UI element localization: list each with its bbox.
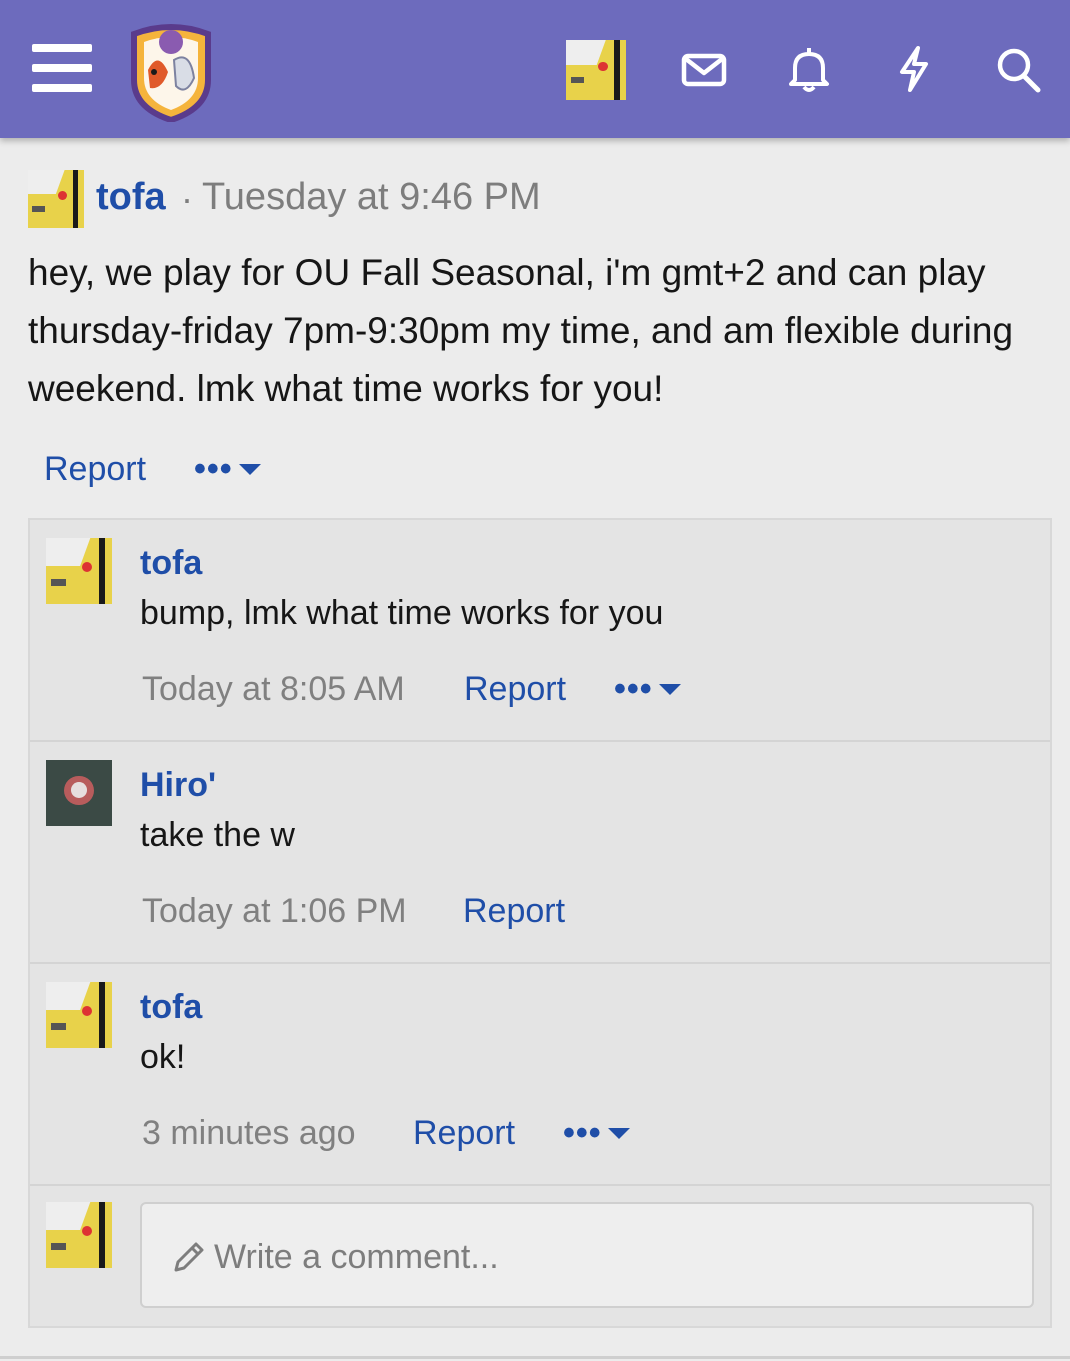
post-author-name[interactable]: tofa xyxy=(96,176,166,219)
top-nav-bar xyxy=(0,0,1070,138)
post-timestamp[interactable]: Tuesday at 9:46 PM xyxy=(202,176,541,219)
post-body-text: hey, we play for OU Fall Seasonal, i'm g… xyxy=(28,252,1014,409)
search-icon[interactable] xyxy=(994,44,1042,94)
comment-author-avatar[interactable] xyxy=(46,760,112,826)
more-dots-icon: ••• xyxy=(194,450,233,488)
more-actions-button[interactable]: ••• xyxy=(614,672,681,706)
report-link[interactable]: Report xyxy=(463,892,565,931)
comment-author-avatar[interactable] xyxy=(46,538,112,604)
report-link[interactable]: Report xyxy=(464,670,566,709)
more-actions-button[interactable]: ••• xyxy=(194,452,261,486)
comment-author-name[interactable]: tofa xyxy=(140,988,202,1027)
comment-author-name[interactable]: Hiro' xyxy=(140,766,216,805)
comment-timestamp[interactable]: Today at 1:06 PM xyxy=(142,892,407,931)
comment-timestamp[interactable]: Today at 8:05 AM xyxy=(142,670,405,709)
pencil-icon xyxy=(174,1242,204,1272)
caret-down-icon xyxy=(238,463,261,475)
comment-item: tofa ok! 3 minutes ago Report ••• xyxy=(30,964,1050,1186)
reply-composer: Write a comment... xyxy=(30,1186,1050,1328)
comment-input[interactable]: Write a comment... xyxy=(140,1202,1034,1308)
caret-down-icon xyxy=(658,683,681,695)
user-avatar[interactable] xyxy=(566,40,626,100)
current-user-avatar xyxy=(46,1202,112,1268)
post-author-avatar[interactable] xyxy=(28,170,84,228)
comment-text: bump, lmk what time works for you xyxy=(140,594,664,632)
more-actions-button[interactable]: ••• xyxy=(563,1116,630,1150)
report-link[interactable]: Report xyxy=(413,1114,515,1153)
lightning-icon[interactable] xyxy=(890,44,938,94)
comment-list: tofa bump, lmk what time works for you T… xyxy=(28,518,1052,1328)
more-dots-icon: ••• xyxy=(563,1114,602,1152)
site-logo[interactable] xyxy=(124,20,218,124)
more-dots-icon: ••• xyxy=(614,670,653,708)
hamburger-icon[interactable] xyxy=(32,44,92,94)
comment-text: take the w xyxy=(140,816,295,854)
mail-icon[interactable] xyxy=(680,44,728,94)
bell-icon[interactable] xyxy=(785,44,833,94)
comment-item: Hiro' take the w Today at 1:06 PM Report xyxy=(30,742,1050,964)
divider xyxy=(0,1356,1070,1359)
comment-author-name[interactable]: tofa xyxy=(140,544,202,583)
comment-timestamp[interactable]: 3 minutes ago xyxy=(142,1114,356,1153)
comment-author-avatar[interactable] xyxy=(46,982,112,1048)
comment-text: ok! xyxy=(140,1038,186,1076)
meta-separator: · xyxy=(181,178,193,219)
comment-input-placeholder: Write a comment... xyxy=(214,1238,499,1276)
report-link[interactable]: Report xyxy=(44,450,146,489)
caret-down-icon xyxy=(607,1127,630,1139)
comment-item: tofa bump, lmk what time works for you T… xyxy=(30,520,1050,742)
